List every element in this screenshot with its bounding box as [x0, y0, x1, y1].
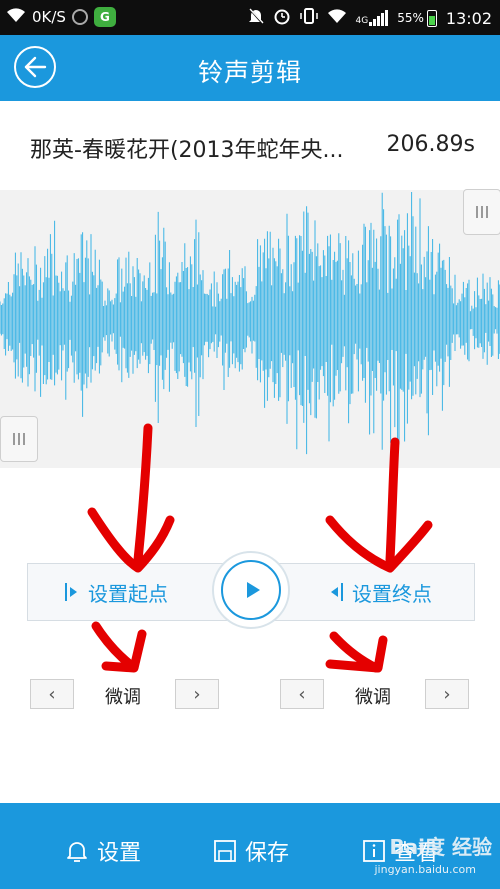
save-button[interactable]: 保存 [213, 835, 289, 867]
settings-button[interactable]: 设置 [65, 835, 141, 867]
battery-indicator: 55% [397, 9, 437, 27]
start-marker-icon [65, 583, 77, 601]
song-duration: 206.89s [386, 132, 475, 157]
song-title: 那英-春暖花开(2013年蛇年央... [30, 138, 344, 163]
play-button[interactable] [212, 551, 290, 629]
set-end-button[interactable]: 设置终点 [328, 564, 432, 620]
red-arrow [101, 629, 147, 673]
start-fine-tune-label: 微调 [105, 687, 141, 708]
info-icon [363, 840, 385, 862]
mute-icon [247, 7, 264, 29]
start-fine-tune-prev-button[interactable]: ‹ [30, 679, 74, 709]
alarm-icon [273, 7, 291, 29]
battery-percent: 55% [397, 11, 424, 25]
red-arrow [91, 621, 137, 671]
bottom-toolbar: 设置 保存 查看 Bai度 经验 jingyan.baidu.com [0, 803, 500, 889]
waveform-editor[interactable] [0, 189, 500, 468]
start-handle[interactable] [0, 416, 38, 462]
bell-icon [67, 842, 87, 862]
red-arrow [87, 507, 175, 573]
end-fine-tune-next-button[interactable]: › [425, 679, 469, 709]
page-title: 铃声剪辑 [197, 58, 302, 87]
end-marker-icon [331, 583, 343, 601]
end-handle[interactable] [463, 189, 500, 235]
clock: 13:02 [445, 8, 492, 28]
red-arrow [325, 515, 433, 573]
chevron-right-icon: › [443, 683, 451, 705]
end-fine-tune-prev-button[interactable]: ‹ [280, 679, 324, 709]
cell-signal-icon: 4G [356, 10, 389, 26]
play-icon [221, 560, 281, 620]
vibrate-icon [299, 7, 318, 29]
battery-icon [426, 9, 437, 27]
set-end-label: 设置终点 [352, 581, 432, 606]
app-notification-icon: G [93, 7, 116, 27]
end-fine-tune-label: 微调 [355, 687, 391, 708]
chevron-right-icon: › [193, 683, 201, 705]
wifi-icon [6, 7, 26, 27]
app-header: 铃声剪辑 [0, 35, 500, 101]
set-start-button[interactable]: 设置起点 [64, 564, 168, 620]
chevron-left-icon: ‹ [48, 683, 56, 705]
set-start-label: 设置起点 [88, 581, 168, 606]
red-arrow [329, 631, 381, 673]
status-bar: 0K/S G 4G 55% 13:02 [0, 0, 500, 35]
settings-label: 设置 [97, 841, 142, 866]
wifi-signal-icon [327, 8, 347, 28]
baidu-watermark: Bai度 经验 [389, 835, 492, 859]
watermark-url: jingyan.baidu.com [374, 863, 476, 876]
save-icon [214, 840, 236, 862]
red-arrow [325, 635, 388, 673]
sync-icon [71, 9, 88, 25]
network-speed: 0K/S [32, 8, 66, 26]
chevron-left-icon: ‹ [298, 683, 306, 705]
waveform [0, 192, 500, 455]
start-fine-tune-next-button[interactable]: › [175, 679, 219, 709]
save-label: 保存 [245, 841, 290, 866]
